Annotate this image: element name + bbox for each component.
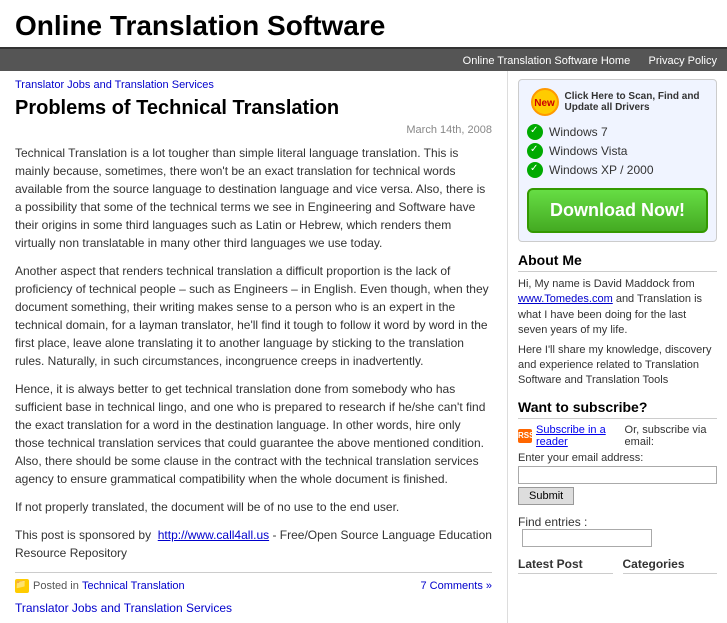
post-comments: 7 Comments » bbox=[420, 580, 492, 592]
latest-post-heading: Latest Post bbox=[518, 557, 613, 574]
or-text: Or, subscribe via email: bbox=[625, 424, 717, 448]
comments-link[interactable]: 7 Comments » bbox=[420, 580, 492, 592]
email-input[interactable] bbox=[518, 466, 717, 484]
post-para-4: If not properly translated, the document… bbox=[15, 498, 492, 516]
sidebar: New Click Here to Scan, Find and Update … bbox=[507, 71, 727, 623]
site-title: Online Translation Software bbox=[15, 10, 712, 42]
post-para-1: Technical Translation is a lot tougher t… bbox=[15, 144, 492, 252]
post-date: March 14th, 2008 bbox=[15, 124, 492, 136]
nav-home-link[interactable]: Online Translation Software Home bbox=[463, 55, 631, 67]
category-link[interactable]: Technical Translation bbox=[82, 580, 185, 592]
ad-box: New Click Here to Scan, Find and Update … bbox=[518, 79, 717, 242]
rss-link[interactable]: Subscribe in a reader bbox=[536, 424, 621, 448]
categories-col: Categories bbox=[623, 557, 718, 577]
subscribe-section: Want to subscribe? RSS Subscribe in a re… bbox=[518, 399, 717, 505]
tomedes-link[interactable]: www.Tomedes.com bbox=[518, 293, 613, 305]
about-text: Hi, My name is David Maddock from www.To… bbox=[518, 277, 717, 339]
new-badge: New bbox=[531, 88, 559, 116]
email-label: Enter your email address: bbox=[518, 452, 717, 464]
find-input[interactable] bbox=[522, 529, 652, 547]
post-footer: 📁 Posted in Technical Translation 7 Comm… bbox=[15, 572, 492, 593]
bottom-row: Latest Post Categories bbox=[518, 557, 717, 577]
win-label-2: Windows Vista bbox=[549, 144, 627, 158]
post-title: Problems of Technical Translation bbox=[15, 97, 492, 120]
subscribe-heading: Want to subscribe? bbox=[518, 399, 717, 419]
post-para-5: This post is sponsored by http://www.cal… bbox=[15, 526, 492, 562]
next-post-link[interactable]: Translator Jobs and Translation Services bbox=[15, 601, 492, 615]
ad-text: Click Here to Scan, Find and Update all … bbox=[565, 91, 705, 113]
win-item-1: Windows 7 bbox=[527, 124, 708, 140]
win-label-3: Windows XP / 2000 bbox=[549, 163, 654, 177]
post-category-icon: 📁 bbox=[15, 579, 29, 593]
find-label: Find entries : bbox=[518, 515, 587, 529]
layout: Translator Jobs and Translation Services… bbox=[0, 71, 727, 623]
post-footer-left: 📁 Posted in Technical Translation bbox=[15, 579, 185, 593]
about-heading: About Me bbox=[518, 252, 717, 272]
latest-post-col: Latest Post bbox=[518, 557, 613, 577]
top-nav: Online Translation Software Home Privacy… bbox=[0, 49, 727, 71]
win-check-3 bbox=[527, 162, 543, 178]
download-button[interactable]: Download Now! bbox=[527, 188, 708, 233]
win-check-2 bbox=[527, 143, 543, 159]
post-para-3: Hence, it is always better to get techni… bbox=[15, 380, 492, 488]
about-text-1: Hi, My name is David Maddock from bbox=[518, 278, 695, 290]
nav-privacy-link[interactable]: Privacy Policy bbox=[649, 55, 717, 67]
windows-list: Windows 7 Windows Vista Windows XP / 200… bbox=[527, 124, 708, 178]
categories-heading: Categories bbox=[623, 557, 718, 574]
subscribe-rss-row: RSS Subscribe in a reader Or, subscribe … bbox=[518, 424, 717, 448]
site-header: Online Translation Software bbox=[0, 0, 727, 49]
about-text-3: Here I'll share my knowledge, discovery … bbox=[518, 343, 717, 389]
breadcrumb: Translator Jobs and Translation Services bbox=[15, 79, 492, 91]
win-label-1: Windows 7 bbox=[549, 125, 608, 139]
about-section: About Me Hi, My name is David Maddock fr… bbox=[518, 252, 717, 389]
win-check-1 bbox=[527, 124, 543, 140]
win-item-2: Windows Vista bbox=[527, 143, 708, 159]
find-section: Find entries : bbox=[518, 515, 717, 547]
ad-top: New Click Here to Scan, Find and Update … bbox=[527, 88, 708, 116]
breadcrumb-link[interactable]: Translator Jobs and Translation Services bbox=[15, 79, 214, 91]
posted-in-label: Posted in bbox=[33, 580, 79, 592]
rss-icon: RSS bbox=[518, 429, 532, 443]
post-para-2: Another aspect that renders technical tr… bbox=[15, 262, 492, 370]
post-body: Technical Translation is a lot tougher t… bbox=[15, 144, 492, 562]
sponsor-link[interactable]: http://www.call4all.us bbox=[158, 528, 269, 542]
win-item-3: Windows XP / 2000 bbox=[527, 162, 708, 178]
main-content: Translator Jobs and Translation Services… bbox=[0, 71, 507, 623]
submit-button[interactable]: Submit bbox=[518, 487, 574, 505]
